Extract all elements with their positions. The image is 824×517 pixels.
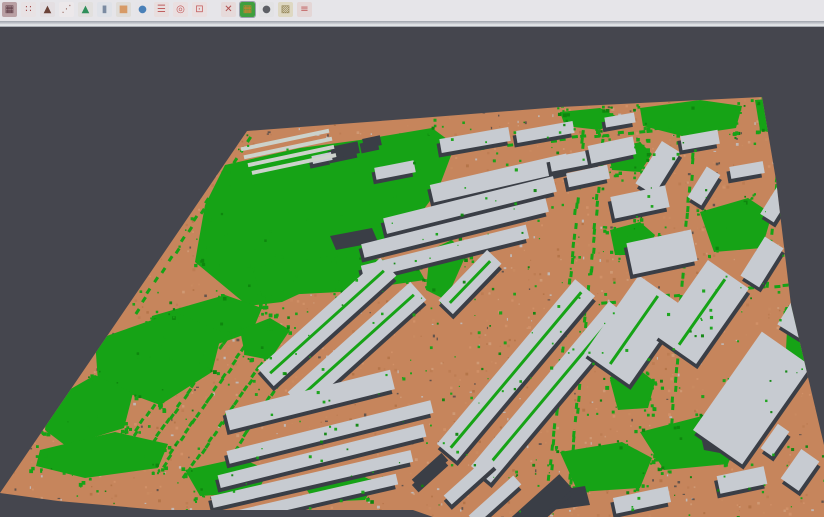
3d-viewport[interactable]	[0, 27, 824, 517]
flag-tile-icon[interactable]: ▨	[278, 2, 293, 17]
sphere-render-icon[interactable]: ●	[259, 2, 274, 17]
terrain-icon[interactable]: ▲	[40, 2, 55, 17]
attribute-list-icon[interactable]: ☰	[154, 2, 169, 17]
thin-points-icon[interactable]: ⋰	[59, 2, 74, 17]
application-window: ▦ ∷ ▲ ⋰ ▲ ▮ ■ ● ☰ ◎ ⊡ ✕ ▦ ● ▨ ≡	[0, 0, 824, 517]
dtm-surface-icon[interactable]: ▲	[78, 2, 93, 17]
ortho-image-icon[interactable]: ■	[116, 2, 131, 17]
clear-selection-icon[interactable]: ✕	[221, 2, 236, 17]
profile-view-icon[interactable]: ▮	[97, 2, 112, 17]
select-area-icon[interactable]: ⊡	[192, 2, 207, 17]
import-points-icon[interactable]: ∷	[21, 2, 36, 17]
toolbar: ▦ ∷ ▲ ⋰ ▲ ▮ ■ ● ☰ ◎ ⊡ ✕ ▦ ● ▨ ≡	[0, 0, 824, 21]
measure-icon[interactable]: ≡	[297, 2, 312, 17]
target-point-icon[interactable]: ◎	[173, 2, 188, 17]
classification-view-icon[interactable]: ▦	[240, 2, 255, 17]
globe-3d-icon[interactable]: ●	[135, 2, 150, 17]
layers-icon[interactable]: ▦	[2, 2, 17, 17]
